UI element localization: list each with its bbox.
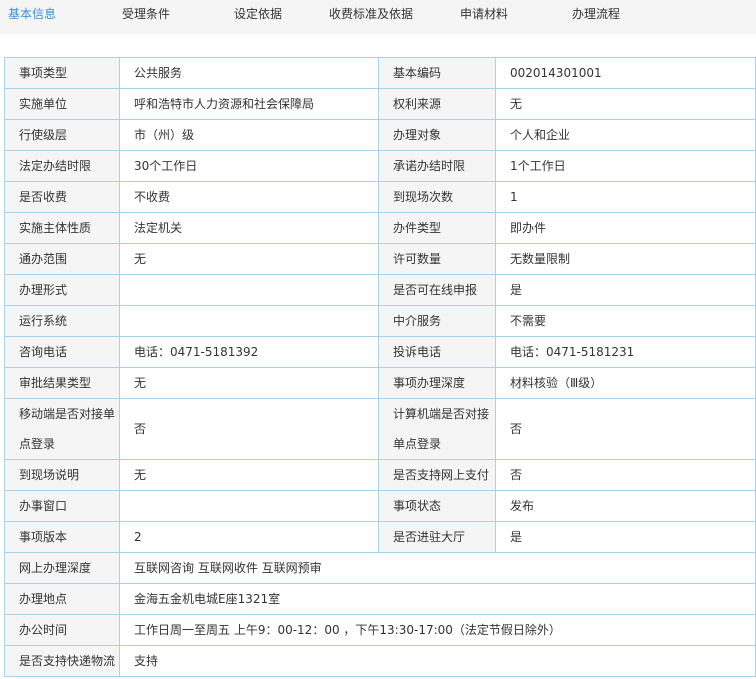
field-value: 无数量限制	[495, 243, 756, 275]
field-label: 实施主体性质	[4, 212, 120, 244]
field-value: 法定机关	[119, 212, 379, 244]
field-label: 是否收费	[4, 181, 120, 213]
field-value: 否	[495, 398, 756, 460]
field-value: 公共服务	[119, 57, 379, 89]
field-label: 投诉电话	[378, 336, 496, 368]
table-row: 咨询电话 电话：0471-5181392 投诉电话 电话：0471-5181231	[4, 336, 756, 368]
tab-application-materials[interactable]: 申请材料	[460, 5, 508, 22]
field-value: 金海五金机电城E座1321室	[119, 583, 756, 615]
basic-info-table: 事项类型 公共服务 基本编码 002014301001 实施单位 呼和浩特市人力资源和社会…	[4, 57, 756, 677]
table-row: 运行系统 中介服务 不需要	[4, 305, 756, 337]
field-label: 运行系统	[4, 305, 120, 337]
field-value: 否	[119, 398, 379, 460]
table-row: 到现场说明无是否支持网上支付否	[4, 459, 756, 491]
tab-legal-basis[interactable]: 设定依据	[234, 5, 282, 22]
table-row: 是否收费 不收费 到现场次数 1	[4, 181, 756, 213]
field-value: 002014301001	[495, 57, 756, 89]
field-value: 即办件	[495, 212, 756, 244]
field-label: 许可数量	[378, 243, 496, 275]
field-label: 法定办结时限	[4, 150, 120, 182]
tab-process-flow[interactable]: 办理流程	[572, 5, 620, 22]
field-value: 支持	[119, 645, 756, 677]
table-row: 实施主体性质 法定机关 办件类型 即办件	[4, 212, 756, 244]
field-label: 事项版本	[4, 521, 120, 553]
table-row: 办事窗口 事项状态 发布	[4, 490, 756, 522]
tab-acceptance-conditions[interactable]: 受理条件	[122, 5, 170, 22]
field-value: 电话：0471-5181392	[119, 336, 379, 368]
field-label: 办理对象	[378, 119, 496, 151]
table-row: 法定办结时限 30个工作日 承诺办结时限 1个工作日	[4, 150, 756, 182]
field-label: 是否可在线申报	[378, 274, 496, 306]
table-row: 办公时间 工作日周一至周五 上午9：00-12：00 ，下午13:30-17:00…	[4, 614, 756, 646]
field-label: 到现场说明	[4, 459, 120, 491]
field-label: 通办范围	[4, 243, 120, 275]
field-value: 是	[495, 521, 756, 553]
field-label: 办理形式	[4, 274, 120, 306]
field-value: 材料核验（Ⅲ级）	[495, 367, 756, 399]
field-label: 中介服务	[378, 305, 496, 337]
field-label: 事项办理深度	[378, 367, 496, 399]
field-value: 呼和浩特市人力资源和社会保障局	[119, 88, 379, 120]
table-row: 审批结果类型无事项办理深度 材料核验（Ⅲ级）	[4, 367, 756, 399]
field-value: 1	[495, 181, 756, 213]
field-value: 个人和企业	[495, 119, 756, 151]
field-label: 办理地点	[4, 583, 120, 615]
field-value	[119, 305, 379, 337]
field-value: 是	[495, 274, 756, 306]
table-row: 事项版本 2 是否进驻大厅是	[4, 521, 756, 553]
field-value: 无	[119, 459, 379, 491]
field-value: 1个工作日	[495, 150, 756, 182]
field-label: 承诺办结时限	[378, 150, 496, 182]
field-label: 事项类型	[4, 57, 120, 89]
field-value: 30个工作日	[119, 150, 379, 182]
field-label: 基本编码	[378, 57, 496, 89]
field-value: 电话：0471-5181231	[495, 336, 756, 368]
field-value: 发布	[495, 490, 756, 522]
field-label: 到现场次数	[378, 181, 496, 213]
field-value: 工作日周一至周五 上午9：00-12：00 ，下午13:30-17:00（法定节…	[119, 614, 756, 646]
field-value: 无	[119, 243, 379, 275]
field-label: 办事窗口	[4, 490, 120, 522]
tab-basic-info[interactable]: 基本信息	[8, 5, 56, 22]
field-label: 是否进驻大厅	[378, 521, 496, 553]
field-label: 计算机端是否对接单点登录	[378, 398, 496, 460]
field-label: 是否支持快递物流	[4, 645, 120, 677]
field-value: 否	[495, 459, 756, 491]
table-row: 通办范围无许可数量 无数量限制	[4, 243, 756, 275]
field-value: 2	[119, 521, 379, 553]
field-label: 网上办理深度	[4, 552, 120, 584]
field-label: 实施单位	[4, 88, 120, 120]
table-row: 是否支持快递物流 支持	[4, 645, 756, 677]
table-row: 移动端是否对接单点登录否计算机端是否对接单点登录否	[4, 398, 756, 460]
field-label: 事项状态	[378, 490, 496, 522]
table-row: 行使级层 市（州）级 办理对象 个人和企业	[4, 119, 756, 151]
table-row: 事项类型 公共服务 基本编码 002014301001	[4, 57, 756, 89]
table-row: 办理形式 是否可在线申报是	[4, 274, 756, 306]
field-value: 互联网咨询 互联网收件 互联网预审	[119, 552, 756, 584]
field-value: 市（州）级	[119, 119, 379, 151]
table-row: 办理地点 金海五金机电城E座1321室	[4, 583, 756, 615]
table-row: 实施单位 呼和浩特市人力资源和社会保障局 权利来源无	[4, 88, 756, 120]
field-value	[119, 490, 379, 522]
field-label: 是否支持网上支付	[378, 459, 496, 491]
field-value: 无	[495, 88, 756, 120]
field-value: 不需要	[495, 305, 756, 337]
table-row: 网上办理深度 互联网咨询 互联网收件 互联网预审	[4, 552, 756, 584]
field-label: 权利来源	[378, 88, 496, 120]
tab-fee-standards[interactable]: 收费标准及依据	[329, 5, 413, 22]
field-label: 办件类型	[378, 212, 496, 244]
field-label: 咨询电话	[4, 336, 120, 368]
field-value: 不收费	[119, 181, 379, 213]
field-label: 审批结果类型	[4, 367, 120, 399]
field-label: 办公时间	[4, 614, 120, 646]
tab-bar: 基本信息 受理条件 设定依据 收费标准及依据 申请材料 办理流程	[0, 0, 756, 34]
field-label: 行使级层	[4, 119, 120, 151]
field-value: 无	[119, 367, 379, 399]
field-label: 移动端是否对接单点登录	[4, 398, 120, 460]
field-value	[119, 274, 379, 306]
